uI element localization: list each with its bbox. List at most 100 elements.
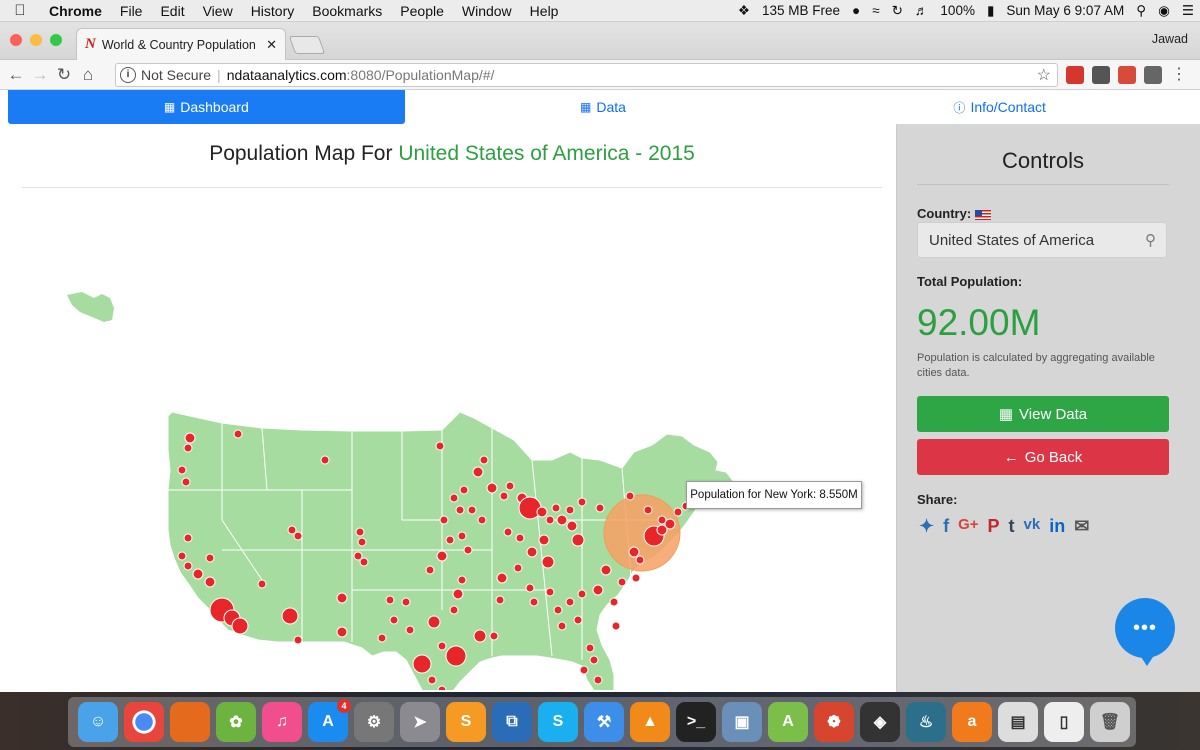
city-marker[interactable] [635,555,645,565]
menu-view[interactable]: View [194,3,242,19]
city-marker[interactable] [505,481,515,491]
menu-people[interactable]: People [391,3,453,19]
twitter-icon[interactable]: ✦ [919,516,934,537]
menu-edit[interactable]: Edit [151,3,193,19]
city-marker[interactable] [477,515,487,525]
sublime-text-icon[interactable]: S [446,702,486,742]
city-marker[interactable] [518,496,542,520]
city-marker[interactable] [499,491,509,501]
minimize-window-button[interactable] [30,34,42,46]
city-marker[interactable] [449,605,459,615]
launchpad-icon[interactable]: ➤ [400,702,440,742]
google-plus-icon[interactable]: G+ [958,516,978,537]
city-marker[interactable] [233,429,243,439]
city-marker[interactable] [293,635,303,645]
city-marker[interactable] [479,455,489,465]
skype-dock-icon[interactable]: S [538,702,578,742]
city-marker[interactable] [557,621,567,631]
system-preferences-icon[interactable]: ⚙ [354,702,394,742]
unity-icon[interactable]: ◈ [860,702,900,742]
city-marker[interactable] [183,443,193,453]
extension-mail-icon[interactable] [1144,66,1162,84]
city-marker[interactable] [257,579,267,589]
city-marker[interactable] [205,553,215,563]
population-map[interactable] [22,190,882,690]
sourcetree-icon[interactable]: ♨ [906,702,946,742]
chat-bubble-button[interactable]: ••• [1115,598,1175,666]
city-marker[interactable] [592,584,604,596]
menu-help[interactable]: Help [521,3,568,19]
linkedin-icon[interactable]: in [1049,516,1065,537]
itunes-icon[interactable]: ♫ [262,702,302,742]
city-marker[interactable] [359,557,369,567]
city-marker[interactable] [405,625,415,635]
city-marker[interactable] [566,520,578,532]
time-machine-icon[interactable]: ↻ [886,3,909,19]
extension-calendar-icon[interactable] [1066,66,1084,84]
spring-icon[interactable]: ✿ [216,702,256,742]
city-marker[interactable] [353,551,363,561]
menu-file[interactable]: File [111,3,152,19]
city-marker[interactable] [437,641,447,651]
tumblr-icon[interactable]: t [1009,516,1015,537]
city-marker[interactable] [427,675,437,685]
city-marker[interactable] [545,515,555,525]
notification-center-icon[interactable]: ☰ [1176,3,1200,19]
city-marker[interactable] [435,441,445,451]
siri-icon[interactable]: ◉ [1152,3,1176,19]
city-marker[interactable] [457,575,467,585]
apple-icon[interactable]:  [0,2,40,19]
maximize-window-button[interactable] [50,34,62,46]
facebook-icon[interactable]: f [943,516,949,537]
tab-data[interactable]: ▦ Data [405,90,802,124]
city-marker[interactable] [281,607,299,625]
city-marker[interactable] [427,615,441,629]
city-marker[interactable] [472,466,484,478]
city-marker[interactable] [463,545,473,555]
android-studio-icon[interactable]: A [768,702,808,742]
view-data-button[interactable]: ▦ View Data [917,396,1169,432]
info-icon[interactable]: i [120,67,136,83]
city-marker[interactable] [177,551,187,561]
city-marker[interactable] [579,665,589,675]
city-marker[interactable] [336,626,348,638]
city-marker[interactable] [436,550,448,562]
home-icon[interactable]: ⌂ [76,65,100,85]
city-marker[interactable] [571,533,585,547]
browser-tab[interactable]: N World & Country Population Ma ✕ [76,28,286,60]
city-marker[interactable] [439,515,449,525]
city-marker[interactable] [565,597,575,607]
new-tab-button[interactable] [288,36,326,54]
city-marker[interactable] [503,527,513,537]
go-back-button[interactable]: ← Go Back [917,439,1169,475]
clock[interactable]: Sun May 6 9:07 AM [1000,3,1130,18]
city-marker[interactable] [526,546,538,558]
city-marker[interactable] [486,482,498,494]
city-marker[interactable] [183,533,193,543]
reload-icon[interactable]: ↻ [52,65,76,85]
city-marker[interactable] [536,506,548,518]
city-marker[interactable] [551,503,561,513]
country-search-input[interactable]: United States of America ⚲ [917,222,1167,258]
battery-status[interactable]: 100% [934,3,981,18]
close-tab-icon[interactable]: ✕ [266,37,277,53]
city-marker[interactable] [541,555,555,569]
city-marker[interactable] [628,546,640,558]
city-marker[interactable] [192,568,204,580]
city-marker[interactable] [231,617,249,635]
city-marker[interactable] [593,675,603,685]
city-marker[interactable] [437,685,447,690]
city-marker[interactable] [467,505,477,515]
finder-icon[interactable]: ☺ [78,702,118,742]
profile-name[interactable]: Jawad [1152,32,1188,46]
city-marker[interactable] [643,505,653,515]
bookmark-star-icon[interactable]: ☆ [1037,65,1051,85]
close-window-button[interactable] [10,34,22,46]
spotlight-icon[interactable]: ⚲ [1130,3,1152,19]
city-marker[interactable] [293,531,303,541]
firefox-icon[interactable] [170,702,210,742]
city-marker[interactable] [452,588,464,600]
city-marker[interactable] [529,597,539,607]
avast-icon[interactable]: a [952,702,992,742]
tab-info-contact[interactable]: ⓘ Info/Contact [801,90,1198,124]
